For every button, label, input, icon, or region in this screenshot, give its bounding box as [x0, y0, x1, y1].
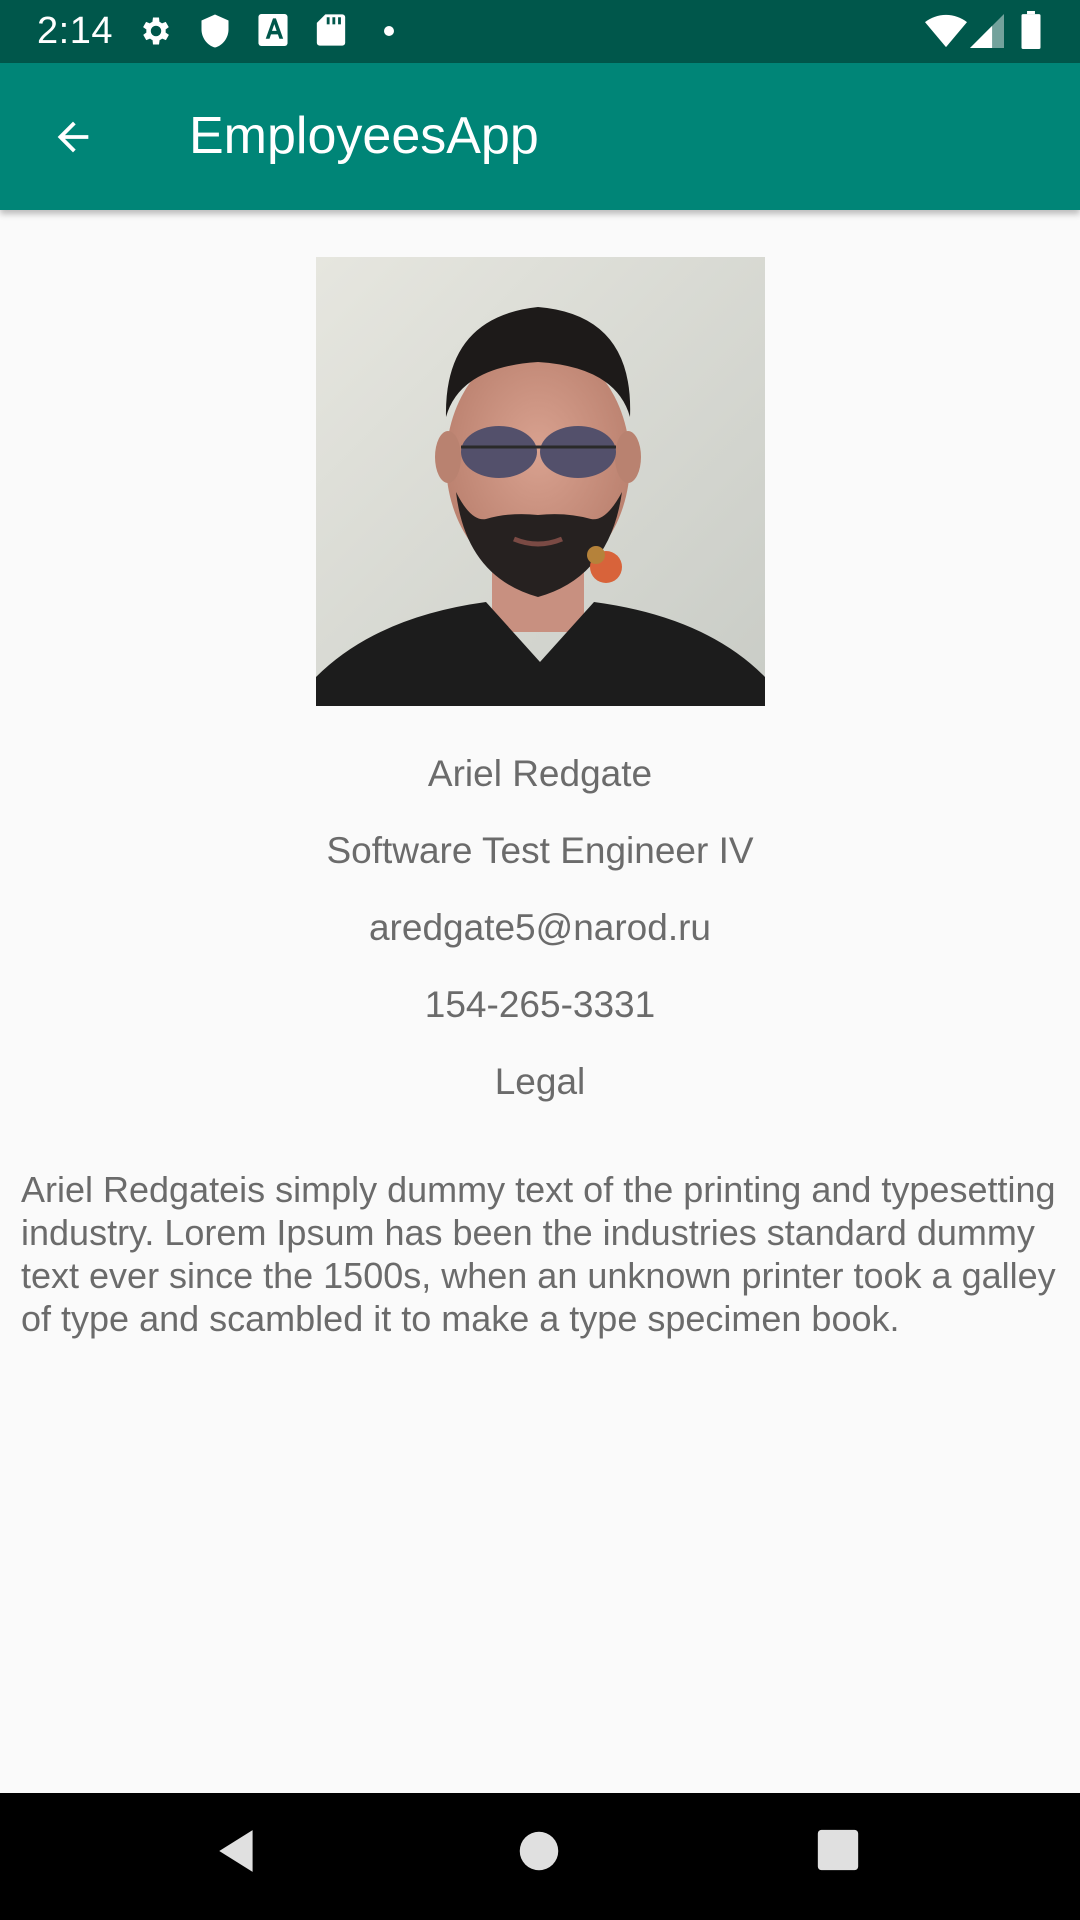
employee-bio: Ariel Redgateis simply dummy text of the…	[21, 1169, 1056, 1339]
arrow-back-icon	[57, 121, 89, 153]
status-time: 2:14	[37, 10, 113, 52]
navigation-bar	[0, 1793, 1080, 1920]
back-button[interactable]	[36, 100, 110, 174]
signal-icon	[970, 14, 1004, 48]
sd-card-icon	[316, 14, 346, 46]
battery-icon	[1021, 11, 1041, 49]
app-title: EmployeesApp	[189, 107, 539, 165]
home-circle-icon[interactable]	[518, 1830, 560, 1872]
employee-job-title: Software Test Engineer IV	[326, 830, 754, 871]
gear-icon	[143, 17, 169, 45]
wifi-icon	[925, 14, 967, 48]
employee-email: aredgate5@narod.ru	[368, 907, 711, 948]
employee-phone: 154-265-3331	[424, 984, 656, 1025]
app-bar: EmployeesApp	[0, 63, 1080, 210]
dot-icon	[384, 26, 394, 36]
back-triangle-icon[interactable]	[213, 1826, 263, 1876]
a-badge-icon	[258, 14, 288, 46]
status-bar: 2:14	[0, 0, 1080, 63]
employee-department: Legal	[494, 1061, 586, 1102]
recents-square-icon[interactable]	[816, 1828, 860, 1872]
employee-name: Ariel Redgate	[427, 753, 653, 794]
employee-photo	[316, 257, 765, 706]
employee-detail: Ariel Redgate Software Test Engineer IV …	[0, 210, 1080, 1793]
shield-icon	[201, 14, 229, 48]
